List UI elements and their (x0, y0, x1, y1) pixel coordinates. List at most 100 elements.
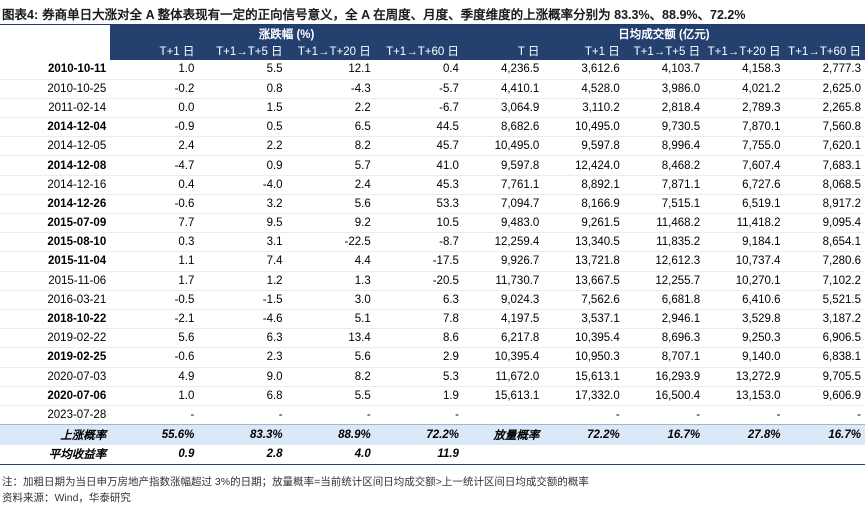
table-cell: 2.2 (198, 136, 287, 157)
column-header: T+1→T+60 日 (784, 42, 865, 60)
table-cell: 6.5 (286, 117, 375, 138)
table-cell: 2,946.1 (623, 309, 705, 330)
table-cell: 9,250.3 (704, 328, 785, 349)
table-cell: 7,755.0 (704, 136, 785, 157)
table-cell: - (784, 405, 865, 426)
table-cell: 12,259.4 (462, 232, 544, 253)
table-cell: 1.1 (110, 251, 199, 272)
table-cell: -0.5 (110, 290, 199, 310)
table-cell: 8.6 (374, 328, 463, 349)
table-row: 2020-07-06 1.0 6.8 5.5 1.9 15,613.1 17,332.0 16… (0, 386, 865, 406)
row-date: 2020-07-06 (0, 386, 111, 406)
row-date: 2014-12-04 (0, 117, 111, 138)
table-cell: 3.2 (198, 194, 287, 215)
table-cell: 5.1 (286, 309, 375, 330)
table-cell: 1.0 (110, 60, 199, 80)
table-row: 2014-12-04 -0.9 0.5 6.5 44.5 8,682.6 10,495.0 9… (0, 117, 865, 138)
table-cell: 1.7 (110, 271, 199, 291)
table-cell: 6,838.1 (784, 347, 865, 368)
table-cell: -4.0 (198, 175, 287, 195)
table-cell: 12,612.3 (623, 251, 705, 272)
source-text: 资料来源：Wind，华泰研究 (2, 492, 131, 504)
table-cell: 6.3 (374, 290, 463, 310)
summary-cell: 83.3% (249, 428, 283, 441)
table-row: 2019-02-25 -0.6 2.3 5.6 2.9 10,395.4 10,950.3 8… (0, 347, 865, 368)
table-cell: 5.5 (198, 60, 287, 80)
table-cell: 10,395.4 (543, 328, 624, 349)
table-cell (462, 405, 544, 426)
table-cell: 2,789.3 (704, 98, 785, 119)
table-cell: 12.1 (286, 60, 375, 80)
table-cell: 53.3 (374, 194, 463, 215)
row-date: 2014-12-26 (0, 194, 111, 215)
table-cell: 8,468.2 (623, 155, 705, 176)
group-header-turnover: 日均成交额 (亿元) (462, 25, 865, 42)
table-row: 2014-12-16 0.4 -4.0 2.4 45.3 7,761.1 8,892.1 7,… (0, 175, 865, 195)
average-cell: 11.9 (374, 444, 463, 466)
table-cell: 15,613.1 (543, 367, 624, 387)
table-cell: 9,597.8 (543, 136, 624, 157)
table-cell: 9,024.3 (462, 290, 544, 310)
column-header: T+1→T+20 日 (286, 42, 375, 60)
table-cell: -2.1 (110, 309, 199, 330)
table-cell: 7,607.4 (704, 155, 785, 176)
table-cell: 7.4 (198, 251, 287, 272)
table-cell: 9,705.5 (784, 367, 865, 387)
table-cell: 8,682.6 (462, 117, 544, 138)
table-cell: 1.5 (198, 98, 287, 119)
table-row: 2018-10-22 -2.1 -4.6 5.1 7.8 4,197.5 3,537.1 2,… (0, 309, 865, 330)
table-cell: 6,681.8 (623, 290, 705, 310)
table-cell: 6,217.8 (462, 328, 544, 349)
table-cell: 9,606.9 (784, 386, 865, 406)
table-cell: 1.9 (374, 386, 463, 406)
column-header: T+1→T+60 日 (374, 42, 463, 60)
row-date: 2011-02-14 (0, 98, 111, 119)
table-cell: 2,777.3 (784, 60, 865, 80)
table-cell: 4.4 (286, 251, 375, 272)
table-cell: 7,683.1 (784, 155, 865, 176)
row-date: 2010-10-11 (0, 60, 111, 80)
table-cell: 6,727.6 (704, 175, 785, 195)
table-cell: 1.2 (198, 271, 287, 291)
table-cell: -0.9 (110, 117, 199, 138)
table-cell: 11,418.2 (704, 213, 785, 234)
table-cell: 4,410.1 (462, 79, 544, 99)
column-header: T 日 (462, 42, 544, 60)
table-cell: 13,721.8 (543, 251, 624, 272)
header-corner (0, 25, 111, 42)
table-cell: 8,654.1 (784, 232, 865, 253)
table-cell: 3,064.9 (462, 98, 544, 119)
table-cell: 7,280.6 (784, 251, 865, 272)
table-cell: 8,917.2 (784, 194, 865, 215)
table-cell: 0.5 (198, 117, 287, 138)
table-row: 2019-02-22 5.6 6.3 13.4 8.6 6,217.8 10,395.4 8,… (0, 328, 865, 349)
table-cell: 7.8 (374, 309, 463, 330)
table-cell: -0.2 (110, 79, 199, 99)
table-cell: 0.4 (110, 175, 199, 195)
table-cell: -6.7 (374, 98, 463, 119)
table-cell: 8,068.5 (784, 175, 865, 195)
table-row: 2015-11-04 1.1 7.4 4.4 -17.5 9,926.7 13,721.8 1… (0, 251, 865, 272)
figure-label: 图表4: (2, 8, 39, 22)
footnotes: 注：加粗日期为当日申万房地产指数涨幅超过 3%的日期；放量概率=当前统计区间日均… (2, 474, 863, 506)
table-cell: 9,926.7 (462, 251, 544, 272)
row-date: 2014-12-08 (0, 155, 111, 176)
table-cell: - (704, 405, 785, 426)
table-cell: 7,515.1 (623, 194, 705, 215)
row-date: 2014-12-16 (0, 175, 111, 195)
table-cell: - (198, 405, 287, 426)
table-cell: -17.5 (374, 251, 463, 272)
table-cell: 13,153.0 (704, 386, 785, 406)
table-cell: 0.9 (198, 155, 287, 176)
table-row: 2015-11-06 1.7 1.2 1.3 -20.5 11,730.7 13,667.5… (0, 271, 865, 291)
table-cell: 1.0 (110, 386, 199, 406)
table-cell: 5.6 (286, 194, 375, 215)
table-cell: 7.7 (110, 213, 199, 234)
table-cell: 45.3 (374, 175, 463, 195)
table-cell: 11,672.0 (462, 367, 544, 387)
column-header: T+1→T+5 日 (623, 42, 705, 60)
table-cell: -4.3 (286, 79, 375, 99)
row-date: 2015-11-06 (0, 271, 111, 291)
table-cell: -5.7 (374, 79, 463, 99)
table-cell: 2,265.8 (784, 98, 865, 119)
